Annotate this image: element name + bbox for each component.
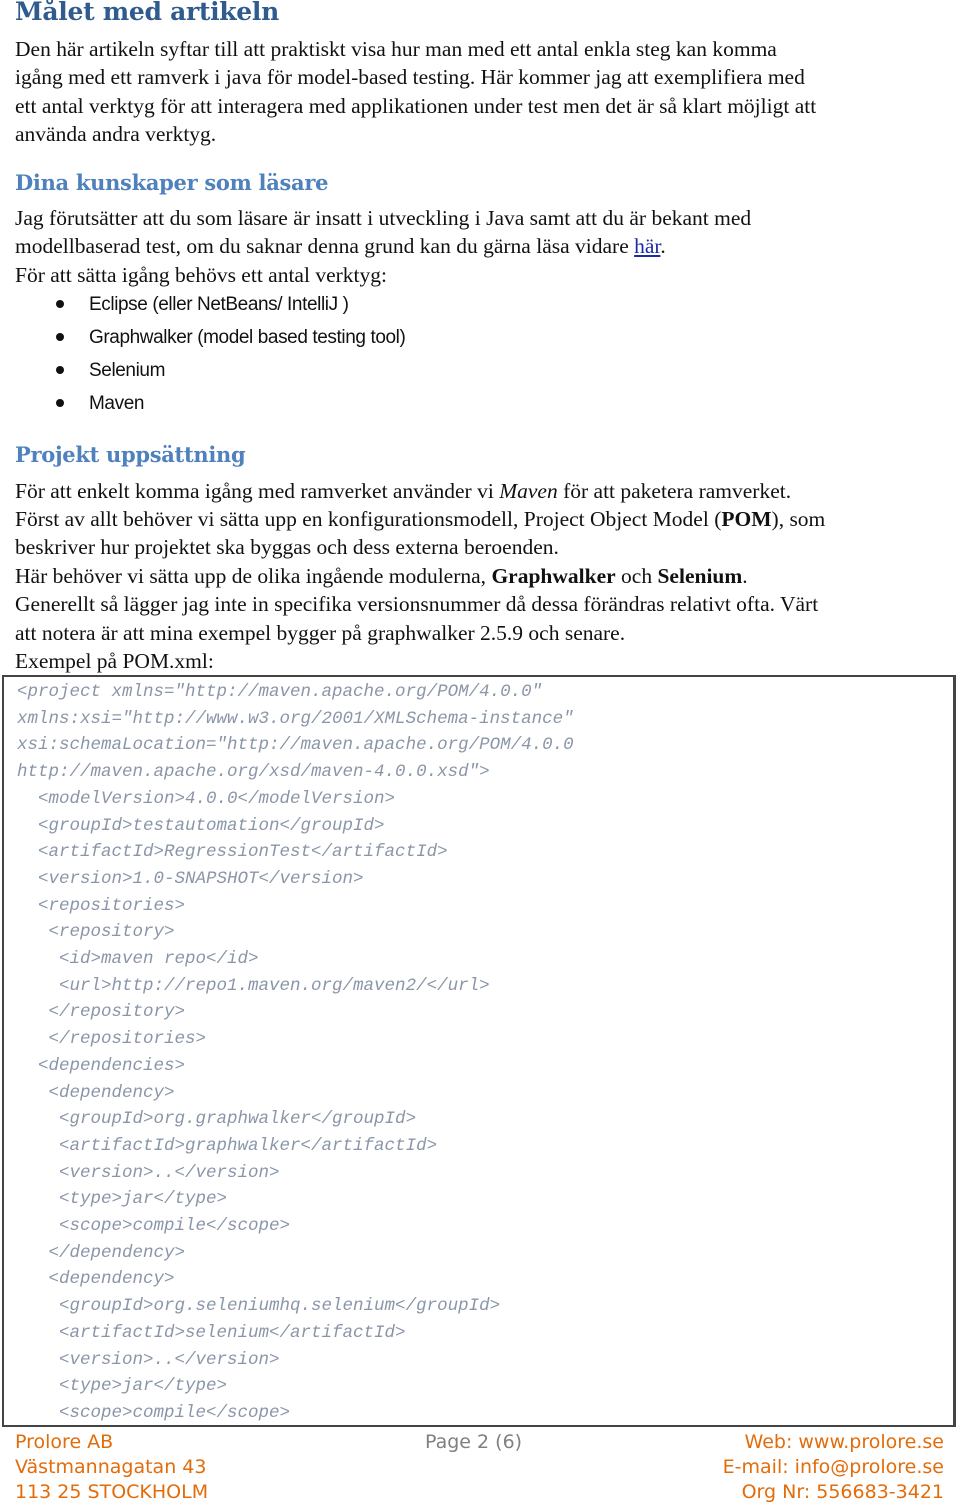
knowledge-line-2: modellbaserad test, om du saknar denna g…	[15, 232, 666, 261]
code-line: <type>jar</type>	[17, 1376, 228, 1397]
code-line: <repository>	[17, 922, 175, 943]
goal-line-2: igång med ett ramverk i java för model-b…	[15, 65, 805, 89]
code-line: <id>maven repo</id>	[17, 949, 259, 969]
heading-knowledge: Dina kunskaper som läsare	[15, 170, 329, 195]
code-line: <dependency>	[17, 1082, 175, 1103]
code-line: <dependency>	[17, 1269, 175, 1290]
document-page: Målet med artikeln Den här artikeln syft…	[0, 0, 960, 1504]
knowledge-line-1: Jag förutsätter att du som läsare är ins…	[15, 206, 752, 230]
code-line: xmlns:xsi="http://www.w3.org/2001/XMLSch…	[17, 708, 574, 729]
code-line: <artifactId>RegressionTest</artifactId>	[17, 842, 448, 863]
code-line: <url>http://repo1.maven.org/maven2/</url…	[17, 975, 490, 996]
text: för att paketera ramverket.	[557, 479, 792, 503]
code-line: <project xmlns="http://maven.apache.org/…	[17, 682, 543, 702]
pom-bold: POM	[721, 507, 772, 531]
period: .	[660, 234, 666, 258]
footer-street: Västmannagatan 43	[15, 1456, 207, 1478]
code-line: <version>1.0-SNAPSHOT</version>	[17, 868, 364, 889]
code-line: <groupId>testautomation</groupId>	[17, 815, 385, 836]
code-line: <artifactId>graphwalker</artifactId>	[17, 1135, 438, 1156]
tool-label: Graphwalker (model based testing tool)	[89, 327, 406, 348]
code-line: </dependency>	[17, 1242, 186, 1263]
tool-label: Eclipse (eller NetBeans/ IntelliJ )	[89, 294, 349, 315]
tool-label: Selenium	[89, 360, 166, 381]
code-line: <repositories>	[17, 895, 186, 916]
text: För att enkelt komma igång med ramverket…	[15, 479, 500, 503]
text: Först av allt behöver vi sätta upp en ko…	[15, 507, 722, 531]
selenium-bold: Selenium	[657, 564, 743, 588]
code-line: <groupId>org.seleniumhq.selenium</groupI…	[17, 1296, 501, 1317]
code-line: <dependencies>	[17, 1055, 186, 1076]
tool-label: Maven	[89, 393, 145, 414]
code-line: http://maven.apache.org/xsd/maven-4.0.0.…	[17, 762, 490, 783]
code-line: <version>..</version>	[17, 1162, 280, 1183]
footer-org-number: Org Nr: 556683-3421	[741, 1481, 944, 1503]
setup-line-2: Först av allt behöver vi sätta upp en ko…	[15, 505, 825, 534]
read-more-link[interactable]: här	[634, 234, 660, 258]
text: .	[742, 564, 748, 588]
code-line: <scope>compile</scope>	[17, 1402, 291, 1423]
code-line: <artifactId>selenium</artifactId>	[17, 1322, 406, 1343]
heading-setup: Projekt uppsättning	[15, 442, 246, 467]
knowledge-line-2-text: modellbaserad test, om du saknar denna g…	[15, 234, 635, 258]
pom-code-block: <project xmlns="http://maven.apache.org/…	[2, 675, 956, 1427]
bullet-icon	[56, 399, 64, 407]
goal-line-4: använda andra verktyg.	[15, 122, 217, 146]
heading-goal: Målet med artikeln	[15, 0, 279, 26]
code-line: <type>jar</type>	[17, 1189, 228, 1210]
setup-line-1: För att enkelt komma igång med ramverket…	[15, 477, 791, 506]
footer-page-number: Page 2 (6)	[425, 1431, 523, 1453]
goal-line-1: Den här artikeln syftar till att praktis…	[15, 37, 777, 61]
bullet-icon	[56, 333, 64, 341]
text: ), som	[771, 507, 826, 531]
setup-line-7: Exempel på POM.xml:	[15, 649, 214, 673]
text: Här behöver vi sätta upp de olika ingåen…	[15, 564, 492, 588]
knowledge-line-3: För att sätta igång behövs ett antal ver…	[15, 263, 387, 287]
code-line: </repository>	[17, 1002, 186, 1023]
setup-line-4: Här behöver vi sätta upp de olika ingåen…	[15, 562, 748, 591]
footer-city: 113 25 STOCKHOLM	[15, 1481, 209, 1503]
setup-line-6: att notera är att mina exempel bygger på…	[15, 621, 626, 645]
code-line: <scope>compile</scope>	[17, 1216, 291, 1236]
code-line: <modelVersion>4.0.0</modelVersion>	[17, 788, 396, 809]
graphwalker-bold: Graphwalker	[491, 564, 616, 588]
setup-line-5: Generellt så lägger jag inte in specifik…	[15, 592, 819, 616]
code-line: <groupId>org.graphwalker</groupId>	[17, 1109, 417, 1130]
goal-line-3: ett antal verktyg för att interagera med…	[15, 94, 817, 118]
footer-web[interactable]: Web: www.prolore.se	[745, 1430, 944, 1455]
code-line: xsi:schemaLocation="http://maven.apache.…	[17, 735, 574, 756]
code-line: </repositories>	[17, 1029, 207, 1050]
bullet-icon	[56, 366, 64, 374]
maven-emphasis: Maven	[499, 479, 558, 503]
text: och	[615, 564, 658, 588]
setup-line-3: beskriver hur projektet ska byggas och d…	[15, 535, 559, 559]
footer-company: Prolore AB	[15, 1431, 114, 1453]
footer-email[interactable]: E-mail: info@prolore.se	[723, 1455, 944, 1480]
code-line: <version>..</version>	[17, 1349, 280, 1370]
bullet-icon	[56, 300, 64, 308]
